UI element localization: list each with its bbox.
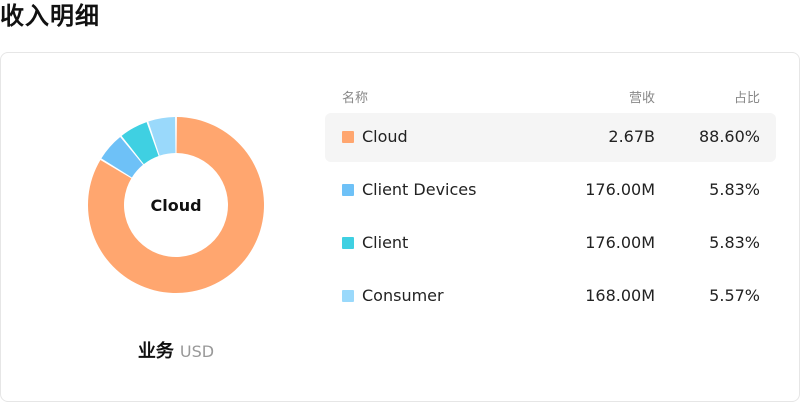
row-percent: 5.57%	[709, 286, 760, 305]
column-header-percent: 占比	[733, 91, 760, 106]
row-revenue: 2.67B	[608, 127, 655, 146]
table-row-3[interactable]: Consumer 168.00M 5.57%	[325, 272, 776, 321]
legend-swatch	[342, 131, 354, 143]
row-percent: 5.83%	[709, 180, 760, 199]
row-name: Client	[362, 233, 409, 252]
table-row-2[interactable]: Client 176.00M 5.83%	[325, 219, 776, 268]
row-percent: 88.60%	[698, 127, 760, 146]
row-name: Client Devices	[362, 180, 477, 199]
row-name: Cloud	[362, 127, 408, 146]
row-revenue: 176.00M	[585, 233, 655, 252]
legend-swatch	[342, 290, 354, 302]
donut-caption: 业务 USD	[1, 337, 351, 363]
column-header-revenue: 营收	[628, 91, 655, 106]
table-header: 名称 营收 占比	[325, 81, 776, 109]
segment-dimension-label: 业务	[137, 341, 174, 362]
row-name: Consumer	[362, 286, 444, 305]
table-row-1[interactable]: Client Devices 176.00M 5.83%	[325, 166, 776, 215]
row-revenue: 168.00M	[585, 286, 655, 305]
row-revenue: 176.00M	[585, 180, 655, 199]
row-percent: 5.83%	[709, 233, 760, 252]
page-title: 收入明细	[0, 2, 100, 30]
legend-swatch	[342, 237, 354, 249]
currency-unit: USD	[179, 342, 215, 361]
column-header-name: 名称	[342, 91, 369, 106]
table-row-0[interactable]: Cloud 2.67B 88.60%	[325, 113, 776, 162]
revenue-table: 名称 营收 占比 Cloud 2.67B 88.60% Client Devic…	[325, 81, 776, 321]
revenue-card: Cloud 业务 USD 名称 营收 占比 Cloud 2.67B 88.60% …	[0, 52, 800, 402]
legend-swatch	[342, 184, 354, 196]
donut-center-label: Cloud	[150, 195, 202, 215]
donut-chart: Cloud	[85, 114, 267, 296]
